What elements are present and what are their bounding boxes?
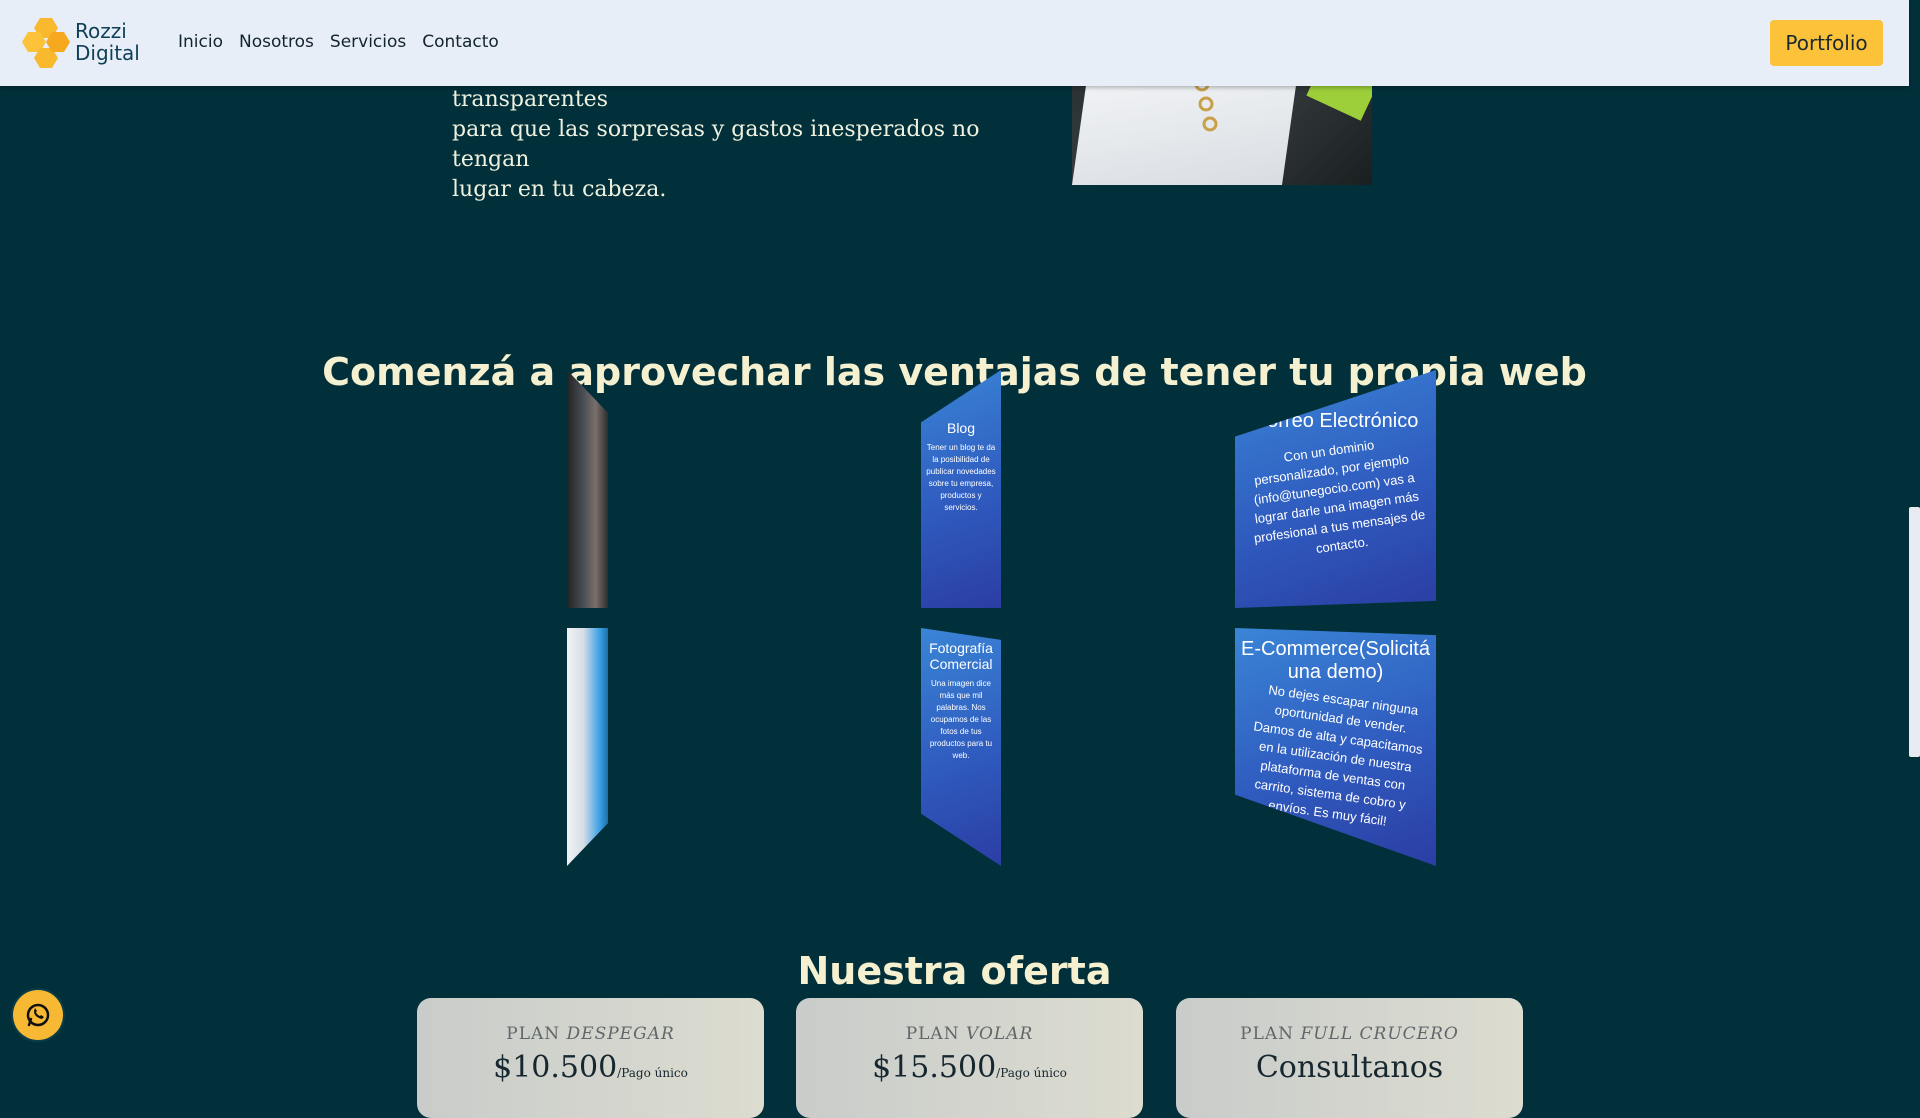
card-face: Blog Tener un blog te da la posibilidad … bbox=[921, 370, 1001, 608]
plan-name: PLAN FULL CRUCERO bbox=[1176, 1024, 1523, 1044]
benefits-title: Comenzá a aprovechar las ventajas de ten… bbox=[322, 349, 1587, 394]
planner-image bbox=[1072, 70, 1372, 185]
intro-line-1: para que las sorpresas y gastos inespera… bbox=[452, 117, 980, 172]
plan-prefix: PLAN bbox=[905, 1024, 960, 1044]
main-nav: Inicio Nosotros Servicios Contacto bbox=[178, 32, 499, 52]
scrollbar-track[interactable] bbox=[1909, 0, 1920, 1080]
plan-title: FULL CRUCERO bbox=[1300, 1024, 1459, 1044]
card-face: Correo Electrónico Con un dominio person… bbox=[1235, 370, 1436, 608]
honeycomb-logo-icon bbox=[22, 18, 70, 68]
plan-name: PLAN DESPEGAR bbox=[417, 1024, 764, 1044]
plan-prefix: PLAN bbox=[1240, 1024, 1295, 1044]
card-face: E-Commerce(Solicitá una demo) No dejes e… bbox=[1235, 628, 1436, 866]
card-title: Fotografía Comercial bbox=[929, 640, 993, 672]
plan-price-note: /Pago único bbox=[617, 1066, 688, 1080]
whatsapp-button[interactable] bbox=[13, 990, 63, 1040]
plan-card-full-crucero[interactable]: PLAN FULL CRUCERO Consultanos bbox=[1176, 998, 1523, 1118]
nav-inicio[interactable]: Inicio bbox=[178, 32, 223, 52]
navbar: Rozzi Digital Inicio Nosotros Servicios … bbox=[0, 0, 1909, 86]
nav-servicios[interactable]: Servicios bbox=[330, 32, 406, 52]
card-text: Tener un blog te da la posibilidad de pu… bbox=[926, 443, 996, 512]
logo[interactable]: Rozzi Digital bbox=[20, 16, 140, 70]
plan-title: VOLAR bbox=[966, 1024, 1034, 1044]
planner-rings bbox=[1194, 76, 1218, 132]
logo-text: Rozzi Digital bbox=[75, 20, 140, 64]
scrollbar-thumb[interactable] bbox=[1909, 507, 1920, 757]
card-text: Una imagen dice más que mil palabras. No… bbox=[929, 679, 993, 760]
card-fotografia[interactable]: Fotografía Comercial Una imagen dice más… bbox=[921, 628, 1001, 866]
plan-name: PLAN VOLAR bbox=[796, 1024, 1143, 1044]
card-face: Fotografía Comercial Una imagen dice más… bbox=[921, 628, 1001, 866]
card-blog[interactable]: Blog Tener un blog te da la posibilidad … bbox=[921, 370, 1001, 608]
logo-line-2: Digital bbox=[75, 41, 140, 65]
card-ecommerce[interactable]: E-Commerce(Solicitá una demo) No dejes e… bbox=[1235, 628, 1436, 866]
plan-prefix: PLAN bbox=[506, 1024, 561, 1044]
offer-title: Nuestra oferta bbox=[797, 948, 1112, 993]
card-correo[interactable]: Correo Electrónico Con un dominio person… bbox=[1235, 370, 1436, 608]
intro-line-2: lugar en tu cabeza. bbox=[452, 177, 667, 202]
plan-card-despegar[interactable]: PLAN DESPEGAR $10.500/Pago único bbox=[417, 998, 764, 1118]
whatsapp-icon bbox=[26, 1003, 50, 1027]
intro-paragraph: ello que creamos un esquema de precios t… bbox=[452, 57, 1012, 220]
card-text: No dejes escapar ninguna oportunidad de … bbox=[1252, 682, 1424, 829]
portfolio-button[interactable]: Portfolio bbox=[1770, 20, 1883, 66]
card-image-1[interactable] bbox=[567, 370, 608, 608]
nav-contacto[interactable]: Contacto bbox=[422, 32, 499, 52]
logo-line-1: Rozzi bbox=[75, 19, 127, 43]
plan-price-note: /Pago único bbox=[996, 1066, 1067, 1080]
card-text: Con un dominio personalizado, por ejempl… bbox=[1252, 437, 1427, 557]
plan-title: DESPEGAR bbox=[566, 1024, 675, 1044]
nav-nosotros[interactable]: Nosotros bbox=[239, 32, 314, 52]
card-image-2[interactable] bbox=[567, 628, 608, 866]
plan-card-volar[interactable]: PLAN VOLAR $15.500/Pago único bbox=[796, 998, 1143, 1118]
